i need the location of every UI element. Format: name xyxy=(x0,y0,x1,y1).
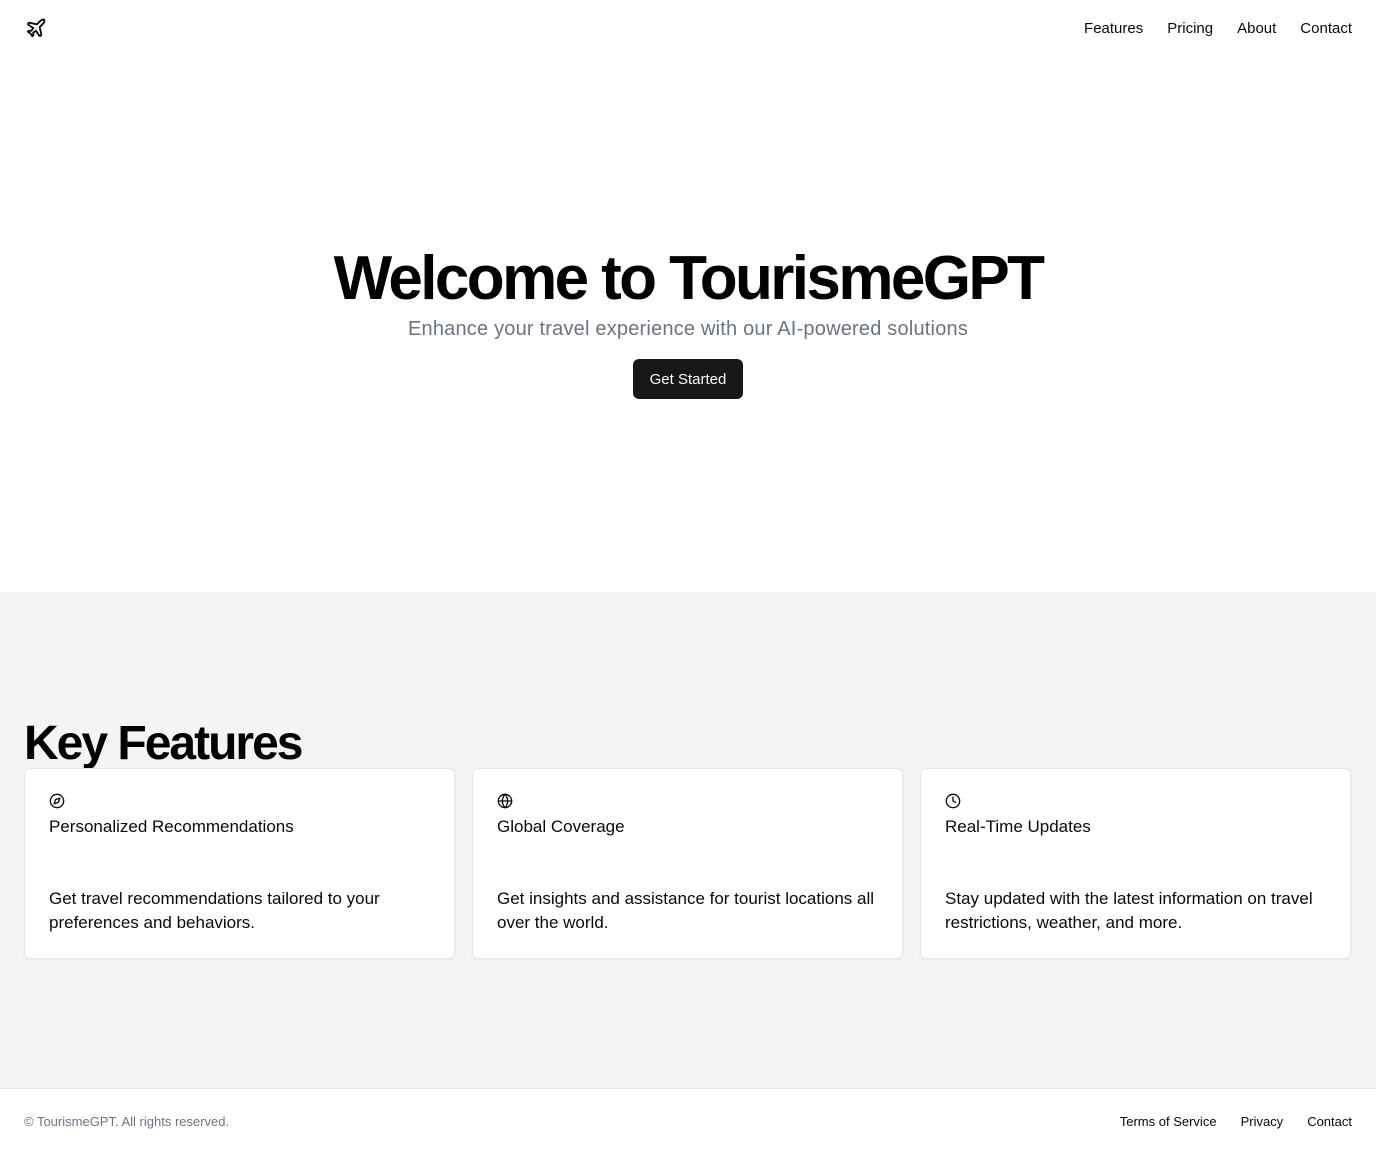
feature-card-description: Get travel recommendations tailored to y… xyxy=(49,889,380,932)
footer-link-terms[interactable]: Terms of Service xyxy=(1120,1114,1217,1129)
main-nav: Features Pricing About Contact xyxy=(1084,20,1352,37)
nav-link-pricing[interactable]: Pricing xyxy=(1167,20,1213,37)
nav-link-contact[interactable]: Contact xyxy=(1300,20,1352,37)
compass-icon xyxy=(49,793,65,809)
hero-subtitle: Enhance your travel experience with our … xyxy=(407,318,969,340)
footer-link-contact[interactable]: Contact xyxy=(1307,1114,1352,1129)
hero-section: Welcome to TourismeGPT Enhance your trav… xyxy=(0,56,1376,592)
copyright-text: © TourismeGPT. All rights reserved. xyxy=(24,1113,230,1129)
feature-cards: Personalized Recommendations Get travel … xyxy=(24,768,1351,959)
feature-card-personalized: Personalized Recommendations Get travel … xyxy=(24,768,455,959)
feature-card-description: Stay updated with the latest information… xyxy=(945,889,1313,932)
features-heading: Key Features xyxy=(24,717,303,770)
clock-icon xyxy=(945,793,961,809)
feature-card-title: Personalized Recommendations xyxy=(49,817,294,836)
site-header: Features Pricing About Contact xyxy=(0,0,1376,56)
globe-icon xyxy=(497,793,513,809)
footer-link-privacy[interactable]: Privacy xyxy=(1241,1114,1284,1129)
feature-card-global: Global Coverage Get insights and assista… xyxy=(472,768,903,959)
feature-card-title: Global Coverage xyxy=(497,817,625,836)
features-section: Key Features Personalized Recommendation… xyxy=(0,592,1376,1088)
feature-card-realtime: Real-Time Updates Stay updated with the … xyxy=(920,768,1351,959)
plane-icon[interactable] xyxy=(24,16,48,40)
footer-links: Terms of Service Privacy Contact xyxy=(1120,1114,1352,1129)
nav-link-features[interactable]: Features xyxy=(1084,20,1143,37)
feature-card-title: Real-Time Updates xyxy=(945,817,1091,836)
site-footer: © TourismeGPT. All rights reserved. Term… xyxy=(0,1088,1376,1153)
feature-card-description: Get insights and assistance for tourist … xyxy=(497,889,875,932)
nav-link-about[interactable]: About xyxy=(1237,20,1276,37)
get-started-button[interactable]: Get Started xyxy=(633,359,743,399)
hero-title: Welcome to TourismeGPT xyxy=(333,244,1045,313)
